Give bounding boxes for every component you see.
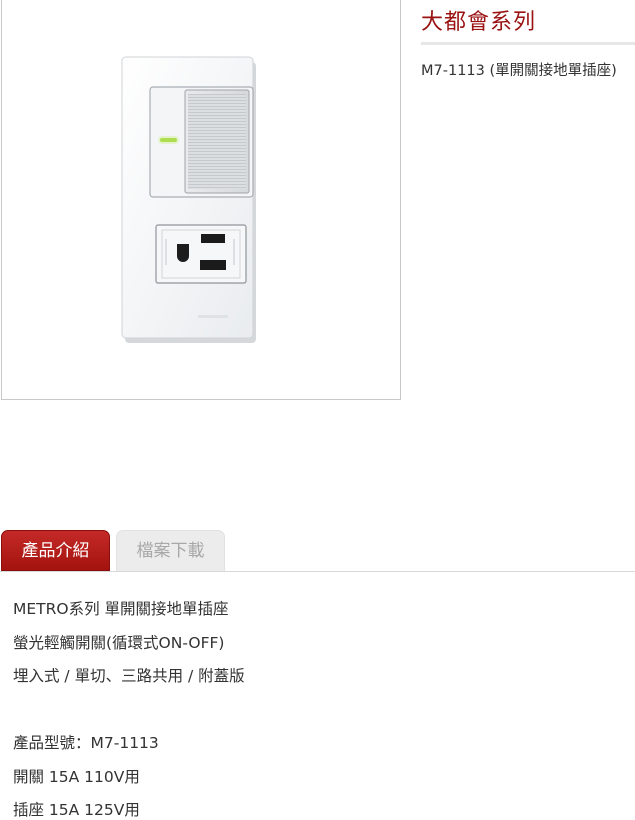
description-line: 螢光輕觸開關(循環式ON-OFF)	[13, 633, 225, 652]
product-page: 大都會系列 M7-1113 (單開關接地單插座) 產品介紹 檔案下載 METRO…	[0, 0, 635, 820]
brand-mark	[198, 315, 228, 318]
tab-file-download[interactable]: 檔案下載	[116, 530, 225, 571]
series-title: 大都會系列	[421, 10, 537, 35]
title-divider	[421, 42, 635, 45]
spec-outlet-rating: 插座 15A 125V用	[13, 801, 140, 819]
outlet-slot-top	[201, 234, 225, 243]
spec-model-number: 產品型號：M7-1113	[13, 734, 159, 752]
outlet-frame	[155, 224, 247, 284]
product-description: METRO系列 單開關接地單插座 螢光輕觸開關(循環式ON-OFF) 埋入式 /…	[13, 596, 623, 820]
description-line: 埋入式 / 單切、三路共用 / 附蓋版	[13, 667, 245, 685]
rocker-ribs	[188, 94, 246, 189]
tab-divider	[0, 571, 635, 572]
product-image-frame	[1, 0, 401, 400]
ground-slot	[177, 244, 189, 262]
spec-switch-rating: 開關 15A 110V用	[13, 767, 140, 786]
outlet-mark-left	[165, 239, 167, 265]
indicator-glow	[158, 136, 179, 144]
outlet-slot-bottom	[200, 260, 226, 270]
outlet-mark-right	[233, 239, 235, 265]
model-subtitle: M7-1113 (單開關接地單插座)	[421, 63, 617, 79]
description-line: METRO系列 單開關接地單插座	[13, 600, 229, 618]
product-tabs: 產品介紹 檔案下載	[0, 530, 635, 572]
tab-product-intro[interactable]: 產品介紹	[1, 530, 110, 571]
product-image	[121, 56, 256, 343]
